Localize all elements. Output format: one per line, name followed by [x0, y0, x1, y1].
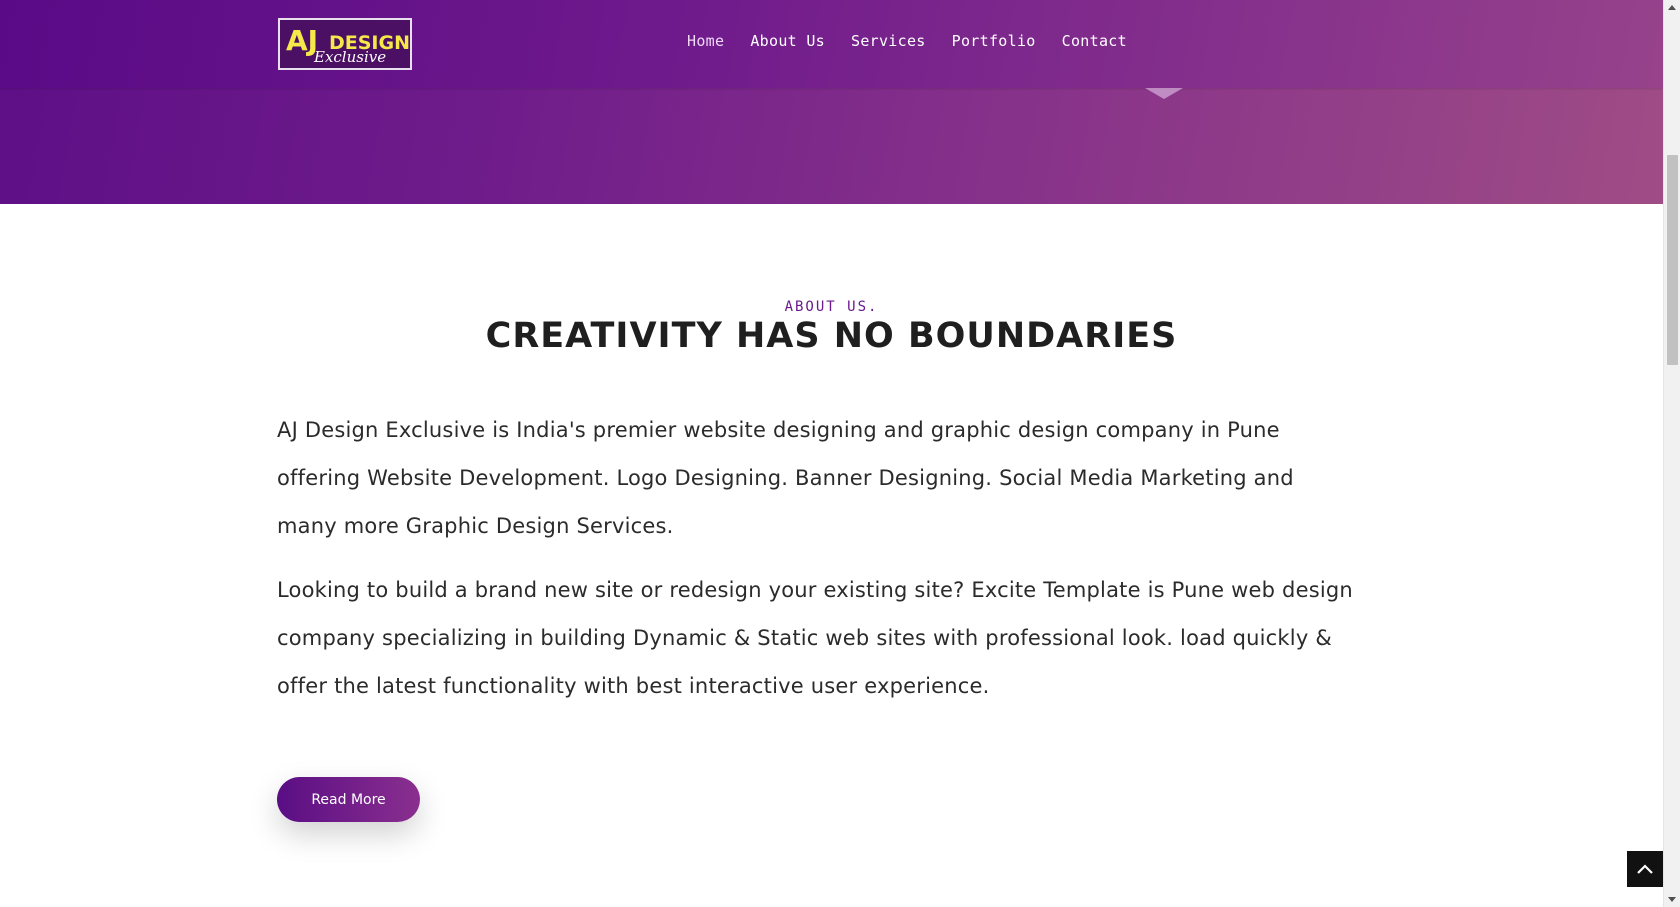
read-more-button[interactable]: Read More: [277, 777, 420, 822]
scroll-down-arrow-icon[interactable]: [1668, 897, 1676, 902]
logo-graphic: AJ DESIGN Exclusive: [280, 20, 410, 68]
nav-home[interactable]: Home: [687, 30, 724, 52]
scrollbar-thumb[interactable]: [1667, 155, 1678, 365]
scroll-up-arrow-icon[interactable]: [1668, 5, 1676, 10]
back-to-top-button[interactable]: [1627, 851, 1663, 887]
logo-exclusive-text: Exclusive: [313, 48, 386, 66]
about-paragraph-2: Looking to build a brand new site or red…: [277, 578, 1353, 698]
main-nav: Home About Us Services Portfolio Contact: [687, 30, 1153, 52]
page-viewport: AJ DESIGN Exclusive Home About Us Servic…: [0, 0, 1663, 907]
nav-portfolio[interactable]: Portfolio: [952, 30, 1036, 52]
section-title: CREATIVITY HAS NO BOUNDARIES: [485, 316, 1178, 356]
nav-about-us[interactable]: About Us: [750, 30, 825, 52]
chevron-up-icon: [1637, 864, 1653, 874]
nav-contact[interactable]: Contact: [1062, 30, 1127, 52]
section-eyebrow: ABOUT US.: [784, 299, 879, 315]
vertical-scrollbar[interactable]: [1663, 0, 1680, 907]
top-navbar: AJ DESIGN Exclusive Home About Us Servic…: [0, 0, 1663, 88]
nav-services[interactable]: Services: [851, 30, 926, 52]
nav-caret-icon: [1145, 88, 1183, 99]
brand-logo[interactable]: AJ DESIGN Exclusive: [278, 18, 412, 70]
about-paragraph-1: AJ Design Exclusive is India's premier w…: [277, 418, 1294, 538]
